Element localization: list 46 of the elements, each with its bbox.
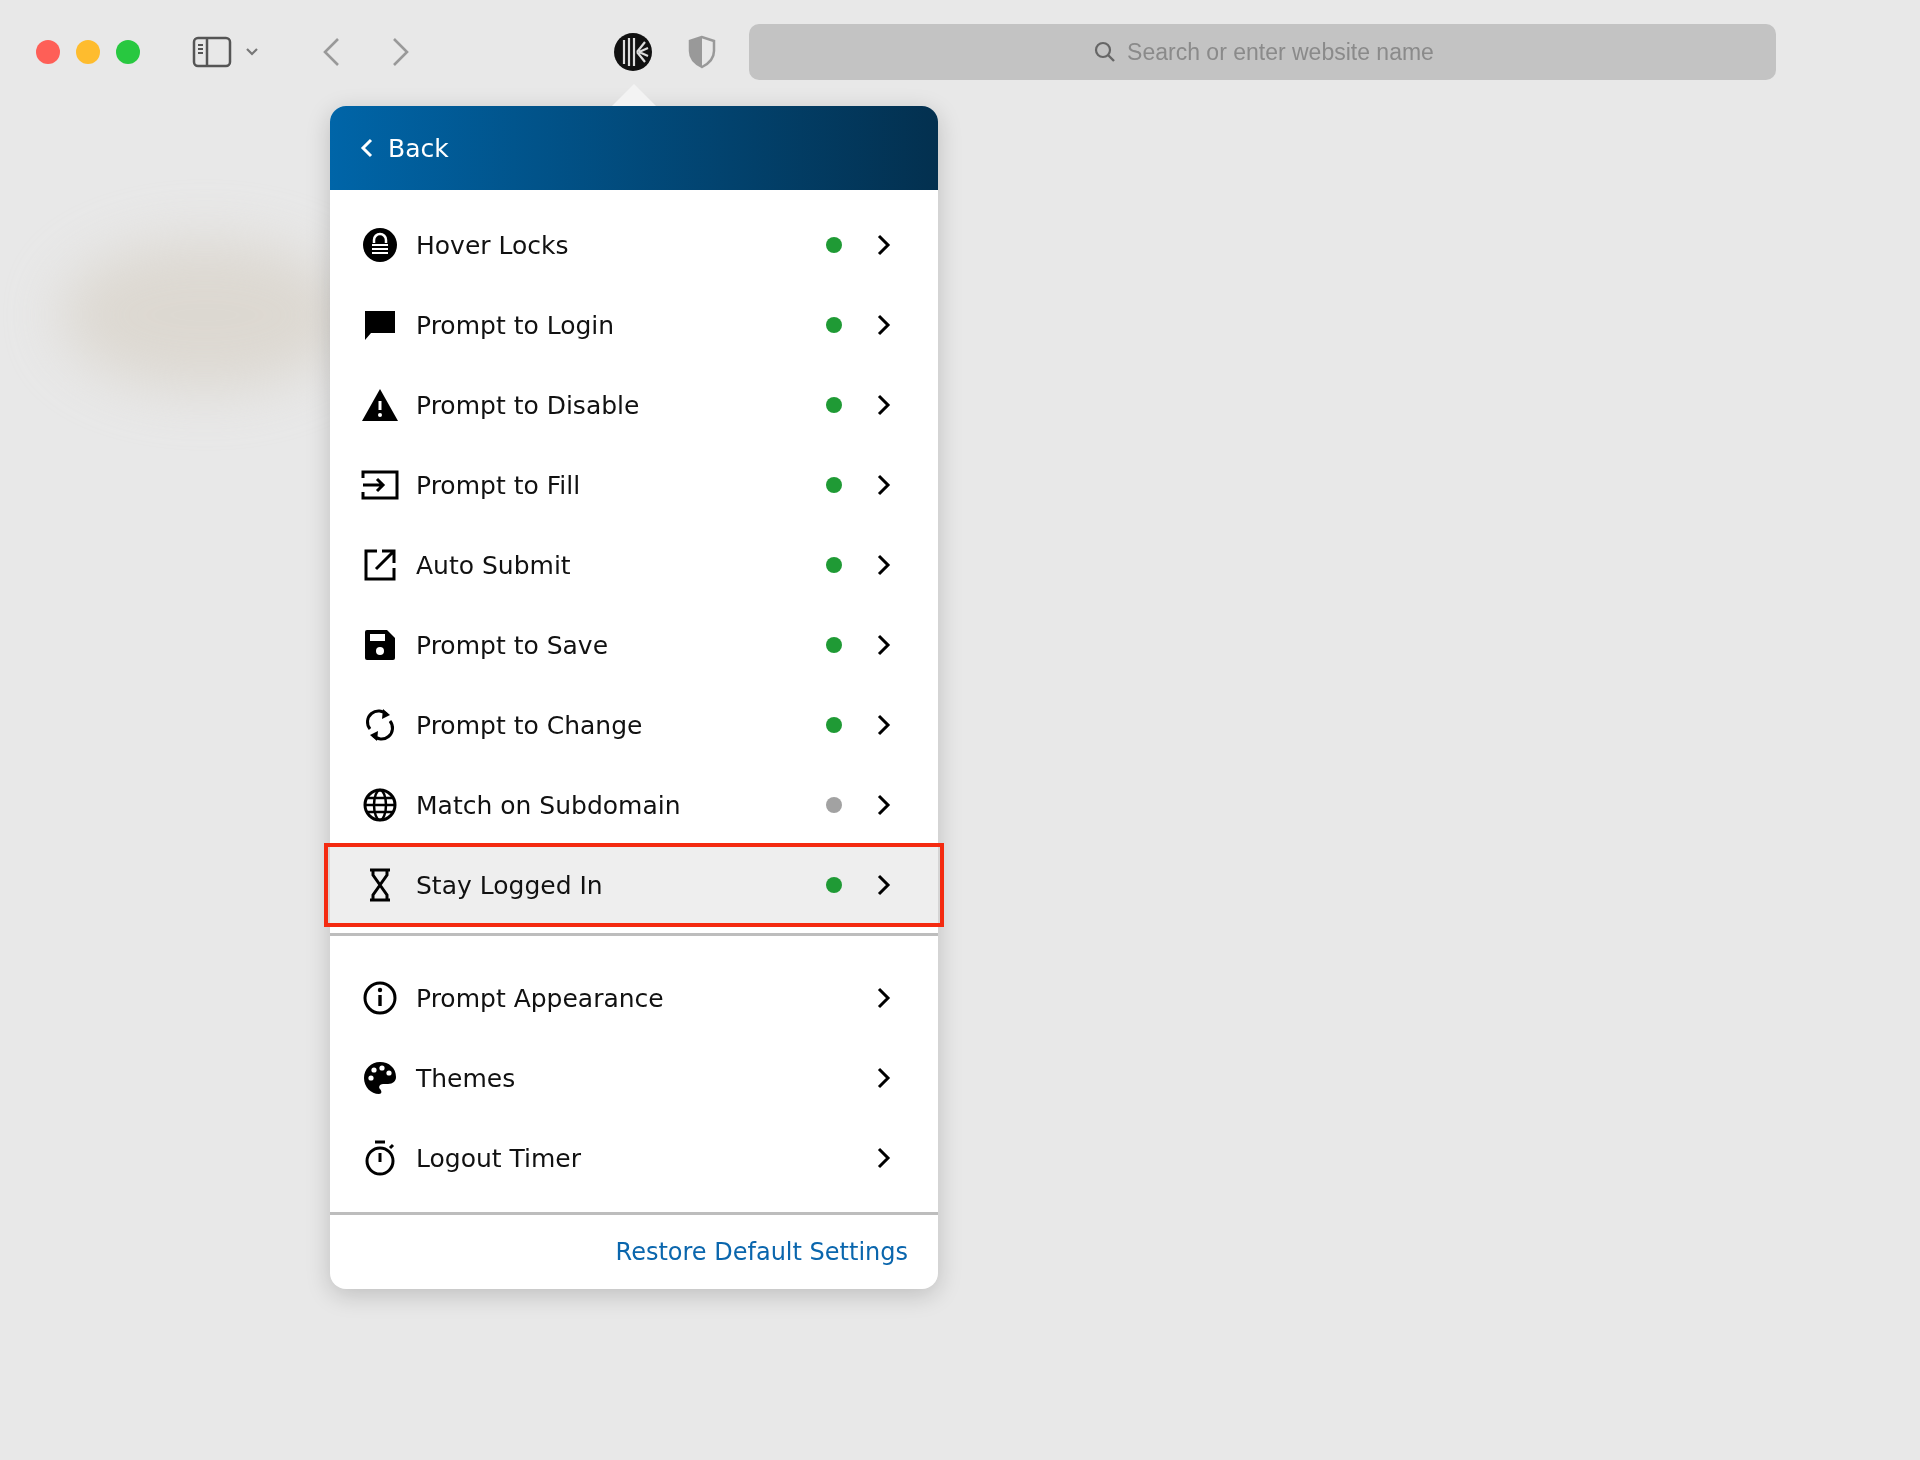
stopwatch-icon <box>364 1140 396 1176</box>
zoom-button[interactable] <box>116 40 140 64</box>
restore-defaults-link[interactable]: Restore Default Settings <box>615 1238 908 1266</box>
settings-row[interactable]: Prompt to Login <box>330 285 938 365</box>
back-button[interactable]: Back <box>360 133 449 163</box>
chevron-right-icon <box>876 553 892 577</box>
popover-pointer <box>612 84 656 106</box>
settings-row[interactable]: Match on Subdomain <box>330 765 938 845</box>
chevron-right-icon <box>876 473 892 497</box>
settings-row[interactable]: Logout Timer <box>330 1118 938 1198</box>
settings-row[interactable]: Prompt to Disable <box>330 365 938 445</box>
settings-row[interactable]: Auto Submit <box>330 525 938 605</box>
chevron-right-icon <box>876 633 892 657</box>
chevron-right-icon <box>876 233 892 257</box>
chevron-down-icon[interactable] <box>244 46 260 58</box>
keeper-logo-icon[interactable] <box>613 32 653 72</box>
search-icon <box>1093 40 1117 64</box>
hourglass-icon <box>368 868 392 902</box>
settings-row[interactable]: Prompt to Fill <box>330 445 938 525</box>
settings-row[interactable]: Themes <box>330 1038 938 1118</box>
warning-icon <box>361 388 399 422</box>
external-link-icon <box>363 548 397 582</box>
palette-icon <box>363 1061 397 1095</box>
chevron-right-icon <box>876 873 892 897</box>
shield-icon[interactable] <box>687 35 717 69</box>
minimize-button[interactable] <box>76 40 100 64</box>
chevron-right-icon <box>876 313 892 337</box>
chevron-right-icon <box>876 393 892 417</box>
globe-icon <box>363 788 397 822</box>
sidebar-icon[interactable] <box>192 36 232 68</box>
chevron-right-icon <box>876 986 892 1010</box>
settings-row[interactable]: Prompt Appearance <box>330 958 938 1038</box>
chevron-right-icon <box>876 1146 892 1170</box>
settings-row[interactable]: Prompt to Change <box>330 685 938 765</box>
chevron-right-icon <box>876 793 892 817</box>
address-field[interactable]: Search or enter website name <box>749 24 1776 80</box>
enter-icon <box>361 469 399 501</box>
settings-row[interactable]: Prompt to Save <box>330 605 938 685</box>
lock-icon <box>362 227 398 263</box>
chevron-right-icon <box>876 1066 892 1090</box>
chevron-right-icon <box>876 713 892 737</box>
refresh-icon <box>365 707 395 743</box>
chevron-left-icon <box>360 137 374 159</box>
close-button[interactable] <box>36 40 60 64</box>
info-icon <box>363 981 397 1015</box>
settings-row[interactable]: Hover Locks <box>330 205 938 285</box>
